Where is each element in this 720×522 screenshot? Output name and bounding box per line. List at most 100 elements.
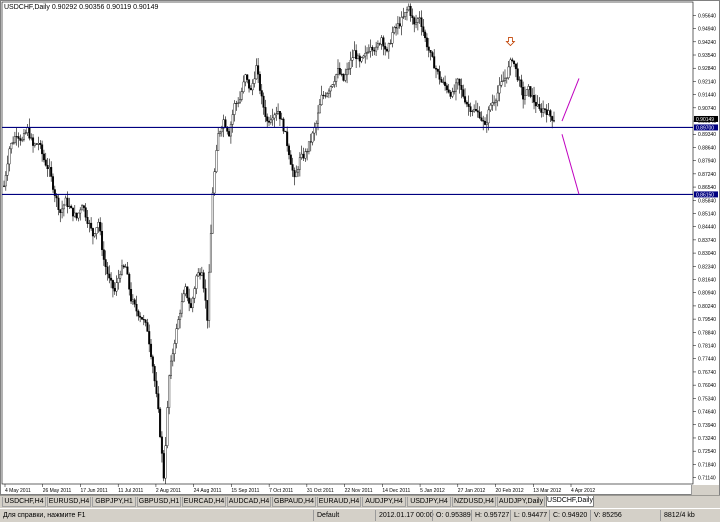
candle-body bbox=[6, 163, 9, 176]
y-tick-label: 0.83740 bbox=[698, 238, 716, 244]
candle-body bbox=[367, 51, 370, 53]
candle-body bbox=[269, 119, 272, 123]
tab-audjpy-daily[interactable]: AUDJPY,Daily bbox=[497, 497, 545, 507]
candle-body bbox=[364, 52, 367, 57]
candle-body bbox=[228, 131, 231, 137]
candle-body bbox=[48, 167, 51, 170]
candle-body bbox=[115, 282, 118, 292]
candle-body bbox=[289, 154, 292, 165]
candle-body bbox=[86, 216, 89, 224]
candle-body bbox=[108, 273, 111, 279]
chart-title: USDCHF,Daily 0.90292 0.90356 0.90119 0.9… bbox=[4, 4, 159, 11]
candle-body bbox=[340, 73, 343, 75]
candle-body bbox=[538, 103, 541, 109]
candle-body bbox=[511, 59, 514, 62]
candle-body bbox=[346, 69, 349, 76]
tab-eurusd-h4[interactable]: EURUSD,H4 bbox=[47, 497, 91, 507]
candle-body bbox=[246, 74, 249, 80]
candle-body bbox=[320, 94, 323, 105]
candle-body bbox=[157, 393, 160, 410]
candle-body bbox=[219, 131, 222, 134]
tab-eurcad-h4[interactable]: EURCAD,H4 bbox=[182, 497, 226, 507]
x-tick-label: 5 Jan 2012 bbox=[420, 488, 445, 494]
tab-gbpaud-h4[interactable]: GBPAUD,H4 bbox=[272, 497, 316, 507]
tab-audjpy-h4[interactable]: AUDJPY,H4 bbox=[362, 497, 406, 507]
projection-line bbox=[561, 134, 580, 195]
y-tick-label: 0.74640 bbox=[698, 410, 716, 416]
candle-body bbox=[55, 195, 58, 199]
tab-audcad-h4[interactable]: AUDCAD,H4 bbox=[227, 497, 271, 507]
candle-body bbox=[188, 297, 191, 304]
candle-body bbox=[77, 212, 80, 219]
tab-gbpusd-h1[interactable]: GBPUSD,H1 bbox=[137, 497, 181, 507]
candle-body bbox=[393, 27, 396, 33]
candle-body bbox=[415, 22, 418, 25]
candle-body bbox=[233, 103, 236, 115]
y-tick-label: 0.94240 bbox=[698, 40, 716, 46]
chart-window[interactable]: 0.95640 0.94940 0.94240 0.93540 0.92840 0.921… bbox=[0, 0, 720, 495]
candle-body bbox=[478, 111, 481, 119]
candle-body bbox=[180, 301, 183, 314]
candle-body bbox=[533, 95, 536, 103]
candle-body bbox=[257, 65, 260, 75]
candle-body bbox=[333, 81, 336, 85]
y-tick-label: 0.78140 bbox=[698, 344, 716, 350]
status-close: C: 0.94920 bbox=[549, 510, 589, 521]
candle-body bbox=[326, 93, 329, 97]
candle-body bbox=[509, 59, 512, 68]
candle-body bbox=[110, 277, 113, 281]
candle-body bbox=[338, 68, 341, 75]
tab-usdchf-h4[interactable]: USDCHF,H4 bbox=[2, 497, 46, 507]
tab-nzdusd-h4[interactable]: NZDUSD,H4 bbox=[452, 497, 496, 507]
scroll-corner bbox=[691, 485, 719, 495]
candle-body bbox=[480, 117, 483, 121]
price-chart[interactable]: 0.95640 0.94940 0.94240 0.93540 0.92840 0.921… bbox=[1, 1, 719, 494]
candle-body bbox=[520, 79, 523, 88]
x-tick-label: 31 Oct 2011 bbox=[307, 488, 334, 494]
candle-body bbox=[387, 43, 390, 52]
candle-body bbox=[73, 212, 76, 217]
candle-body bbox=[166, 407, 169, 446]
candle-body bbox=[235, 102, 238, 104]
candle-body bbox=[309, 141, 312, 143]
tab-usdchf-daily[interactable]: USDCHF,Daily bbox=[546, 496, 594, 507]
candle-body bbox=[282, 118, 285, 132]
candle-body bbox=[17, 136, 20, 139]
candle-body bbox=[130, 289, 133, 302]
candle-body bbox=[128, 274, 131, 290]
candle-body bbox=[505, 77, 508, 79]
candle-body bbox=[462, 89, 465, 97]
candle-body bbox=[529, 86, 532, 97]
candle-body bbox=[485, 122, 488, 125]
candle-body bbox=[199, 272, 202, 276]
candle-body bbox=[169, 360, 172, 377]
candle-body bbox=[46, 165, 49, 170]
candle-body bbox=[195, 275, 198, 289]
candle-body bbox=[173, 343, 176, 355]
candle-body bbox=[353, 50, 356, 59]
candle-body bbox=[106, 266, 109, 275]
candle-body bbox=[186, 286, 189, 299]
candle-body bbox=[380, 37, 383, 45]
candle-body bbox=[336, 68, 339, 75]
y-tick-label: 0.80940 bbox=[698, 291, 716, 297]
candle-body bbox=[317, 112, 320, 124]
candle-body bbox=[395, 27, 398, 29]
candle-body bbox=[82, 205, 85, 208]
candle-body bbox=[389, 43, 392, 45]
candle-body bbox=[513, 60, 516, 65]
candle-body bbox=[456, 78, 459, 84]
tab-gbpjpy-h1[interactable]: GBPJPY,H1 bbox=[92, 497, 136, 507]
candle-body bbox=[202, 272, 205, 289]
candle-body bbox=[435, 68, 438, 70]
candle-body bbox=[148, 331, 151, 345]
candle-body bbox=[425, 37, 428, 48]
candle-body bbox=[329, 86, 332, 92]
tab-euraud-h4[interactable]: EURAUD,H4 bbox=[317, 497, 361, 507]
candle-body bbox=[97, 222, 100, 228]
candle-body bbox=[342, 73, 345, 81]
candle-body bbox=[215, 150, 218, 172]
tab-usdjpy-h4[interactable]: USDJPY,H4 bbox=[407, 497, 451, 507]
y-tick-label: 0.87240 bbox=[698, 172, 716, 178]
candle-body bbox=[442, 81, 445, 83]
